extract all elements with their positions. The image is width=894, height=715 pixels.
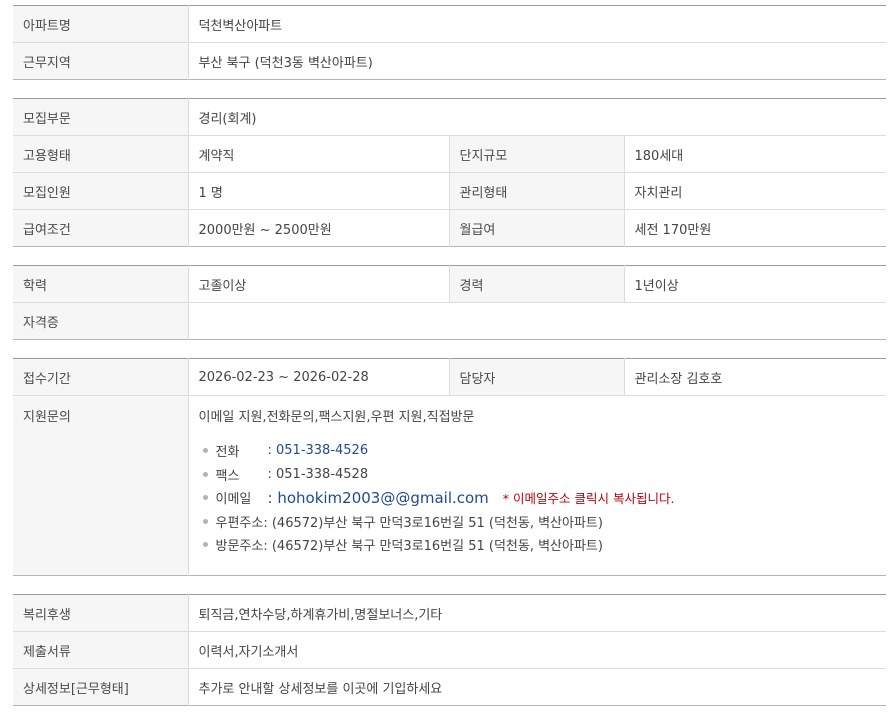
monthly-salary-value: 세전 170만원 [624, 209, 886, 247]
fax-label: 팩스 [215, 468, 240, 484]
headcount-label: 모집인원 [13, 172, 189, 210]
table-row: 급여조건 2000만원 ~ 2500만원 월급여 세전 170만원 [13, 209, 886, 247]
monthly-salary-label: 월급여 [448, 209, 625, 247]
contact-list: 전화 : 051-338-4526 팩스 : 051-338-4528 이메일 … [199, 439, 877, 557]
bullet-icon [202, 518, 208, 524]
table-row: 상세정보[근무형태] 추가로 안내할 상세정보를 이곳에 기입하세요 [13, 668, 886, 706]
email-label: 이메일 [215, 492, 252, 508]
table-row: 접수기간 2026-02-23 ~ 2026-02-28 담당자 관리소장 김호… [13, 358, 886, 396]
employment-type-label: 고용형태 [13, 135, 189, 173]
career-label: 경력 [448, 265, 625, 303]
detail-info-value: 추가로 안내할 상세정보를 이곳에 기입하세요 [188, 668, 886, 706]
apartment-name-label: 아파트명 [13, 5, 189, 43]
license-label: 자격증 [13, 302, 189, 340]
manager-label: 담당자 [448, 358, 625, 396]
documents-label: 제출서류 [13, 631, 189, 669]
table-row: 복리후생 퇴직금,연차수당,하계휴가비,명절보너스,기타 [13, 594, 886, 632]
table-row: 학력 고졸이상 경력 1년이상 [13, 265, 886, 303]
career-value: 1년이상 [634, 278, 679, 294]
table-row: 자격증 [13, 302, 886, 340]
education-label: 학력 [13, 265, 189, 303]
management-type-value: 자치관리 [624, 172, 886, 210]
contact-phone: 전화 : 051-338-4526 [199, 439, 877, 463]
application-period-value: 2026-02-23 ~ 2026-02-28 [198, 369, 369, 385]
education-value: 고졸이상 [198, 278, 247, 294]
application-period-label: 접수기간 [13, 358, 189, 396]
recruit-info-table: 모집부문 경리(회계) 고용형태 계약직 단지규모 180세대 모집인원 1 명… [13, 98, 886, 247]
work-region-label: 근무지역 [13, 42, 189, 80]
complex-size-label: 단지규모 [448, 135, 625, 173]
apartment-info-table: 아파트명 덕천벽산아파트 근무지역 부산 북구 (덕천3동 벽산아파트) [13, 5, 886, 80]
management-type-label: 관리형태 [448, 172, 625, 210]
contact-mail: 우편주소 : (46572)부산 북구 만덕3로16번길 51 (덕천동, 벽산… [199, 510, 877, 534]
phone-link[interactable]: : 051-338-4526 [268, 443, 369, 458]
bullet-icon [202, 448, 208, 454]
bullet-icon [202, 542, 208, 548]
table-row: 모집부문 경리(회계) [13, 98, 886, 136]
fax-value: : 051-338-4528 [267, 466, 369, 482]
license-value [188, 302, 886, 340]
application-table: 접수기간 2026-02-23 ~ 2026-02-28 담당자 관리소장 김호… [13, 358, 886, 576]
job-posting-detail: 아파트명 덕천벽산아파트 근무지역 부산 북구 (덕천3동 벽산아파트) 모집부… [13, 5, 886, 706]
email-copy-link[interactable]: : hohokim2003@@gmail.com [268, 489, 489, 507]
salary-value: 2000만원 ~ 2500만원 [188, 209, 449, 247]
detail-info-label: 상세정보[근무형태] [13, 668, 189, 706]
table-row: 고용형태 계약직 단지규모 180세대 [13, 135, 886, 173]
manager-value: 관리소장 김호호 [634, 371, 723, 387]
table-row: 근무지역 부산 북구 (덕천3동 벽산아파트) [13, 42, 886, 80]
headcount-value: 1 명 [188, 172, 449, 210]
table-row: 모집인원 1 명 관리형태 자치관리 [13, 172, 886, 210]
phone-label: 전화 [215, 445, 240, 461]
inquiry-methods: 이메일 지원,전화문의,팩스지원,우편 지원,직접방문 [198, 410, 475, 425]
mail-address-value: : (46572)부산 북구 만덕3로16번길 51 (덕천동, 벽산아파트) [263, 515, 603, 531]
recruit-dept-label: 모집부문 [13, 98, 189, 136]
apartment-name-value: 덕천벽산아파트 [198, 18, 283, 34]
inquiry-details: 이메일 지원,전화문의,팩스지원,우편 지원,직접방문 전화 : 051-338… [188, 395, 886, 576]
bullet-icon [202, 495, 208, 501]
contact-email: 이메일 : hohokim2003@@gmail.com * 이메일주소 클릭시… [199, 486, 877, 510]
mail-address-label: 우편주소 [215, 515, 264, 531]
salary-label: 급여조건 [13, 209, 189, 247]
table-row: 제출서류 이력서,자기소개서 [13, 631, 886, 669]
welfare-label: 복리후생 [13, 594, 189, 632]
table-row: 지원문의 이메일 지원,전화문의,팩스지원,우편 지원,직접방문 전화 : 05… [13, 395, 886, 576]
complex-size-value: 180세대 [624, 135, 886, 173]
qualification-table: 학력 고졸이상 경력 1년이상 자격증 [13, 265, 886, 340]
employment-type-value: 계약직 [188, 135, 449, 173]
visit-address-label: 방문주소 [215, 539, 264, 555]
contact-visit: 방문주소 : (46572)부산 북구 만덕3로16번길 51 (덕천동, 벽산… [199, 533, 877, 557]
welfare-value: 퇴직금,연차수당,하계휴가비,명절보너스,기타 [198, 607, 443, 623]
contact-fax: 팩스 : 051-338-4528 [199, 463, 877, 487]
recruit-dept-value: 경리(회계) [198, 111, 257, 127]
documents-value: 이력서,자기소개서 [188, 631, 886, 669]
inquiry-label: 지원문의 [13, 395, 189, 576]
visit-address-value: : (46572)부산 북구 만덕3로16번길 51 (덕천동, 벽산아파트) [263, 539, 603, 555]
work-region-value: 부산 북구 (덕천3동 벽산아파트) [188, 42, 886, 80]
email-copy-note: * 이메일주소 클릭시 복사됩니다. [502, 491, 675, 507]
bullet-icon [202, 471, 208, 477]
table-row: 아파트명 덕천벽산아파트 [13, 5, 886, 43]
extra-info-table: 복리후생 퇴직금,연차수당,하계휴가비,명절보너스,기타 제출서류 이력서,자기… [13, 594, 886, 706]
